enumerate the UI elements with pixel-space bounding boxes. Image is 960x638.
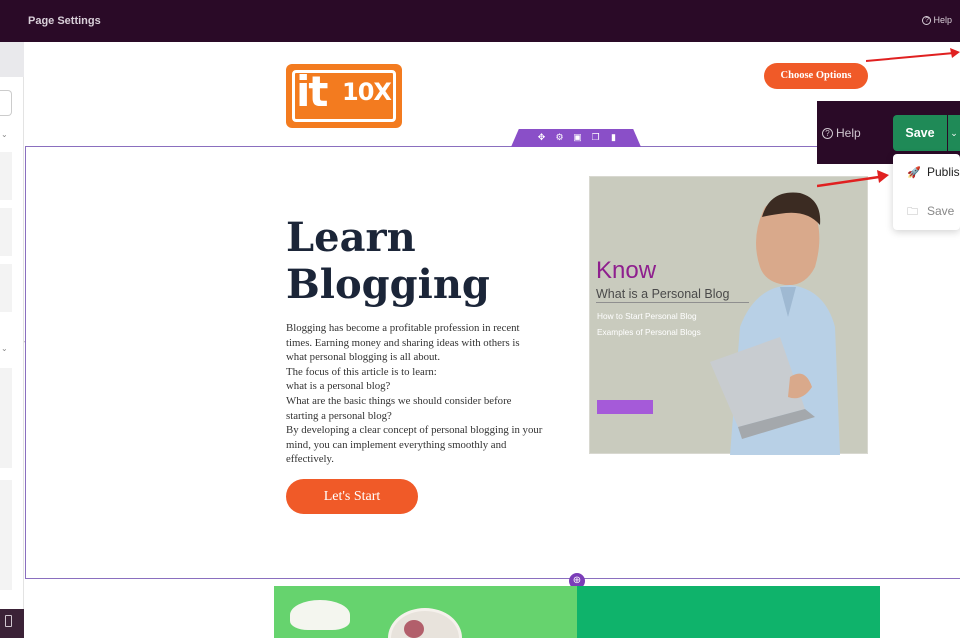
left-panel-block[interactable] (0, 264, 12, 312)
editor-topbar: Page Settings ? Help (0, 0, 960, 42)
paragraph-line: The focus of this article is to learn: (286, 365, 437, 378)
image-bullet: How to Start Personal Blog (597, 311, 697, 321)
left-panel-block[interactable] (0, 152, 12, 200)
left-panel-search[interactable] (0, 90, 12, 116)
page-settings-title[interactable]: Page Settings (28, 15, 101, 27)
save-dropdown-menu: 🚀 Publis 🗀 Save (893, 154, 960, 230)
delete-icon[interactable]: ▮ (609, 133, 618, 142)
chevron-down-icon[interactable]: ⌄ (1, 130, 8, 139)
help-icon: ? (822, 128, 833, 139)
left-panel-block[interactable] (0, 208, 12, 256)
help-icon: ? (922, 16, 932, 26)
paragraph-line: times. Earning money and sharing ideas w… (286, 336, 520, 349)
folder-icon: 🗀 (907, 206, 918, 218)
bowl-graphic (388, 608, 462, 638)
choose-options-button[interactable]: Choose Options (764, 63, 868, 89)
menu-item-label: Publis (927, 165, 960, 179)
fig-graphic (404, 620, 424, 638)
save-icon[interactable]: ▣ (573, 133, 582, 142)
rocket-icon: 🚀 (907, 167, 921, 179)
logo-text-it: it (296, 67, 329, 116)
paragraph-line: Blogging has become a profitable profess… (286, 322, 520, 334)
next-section-panel[interactable] (577, 586, 880, 638)
topbar-help-link[interactable]: ? Help (922, 15, 952, 26)
left-panel-block[interactable] (0, 480, 12, 590)
device-preview-button[interactable] (0, 609, 24, 638)
paragraph-line: what personal blogging is all about. (286, 351, 441, 364)
panel-help-label: Help (836, 126, 861, 140)
move-icon[interactable]: ✥ (537, 133, 546, 142)
paragraph-line: mind, you can implement everything smoot… (286, 438, 507, 451)
image-subtitle: What is a Personal Blog (596, 287, 730, 301)
paragraph-line: effectively. (286, 453, 334, 466)
image-title-know: Know (596, 257, 657, 284)
left-panel: ⌄ ⌄ (0, 42, 24, 638)
mobile-icon (5, 615, 12, 627)
next-section-image[interactable] (274, 586, 577, 638)
lets-start-button[interactable]: Let's Start (286, 479, 418, 514)
hero-heading-line: Learn (286, 214, 416, 261)
image-divider (596, 302, 749, 303)
topbar-help-label: Help (933, 15, 952, 25)
section-toolbar: ✥ ⚙ ▣ ❐ ▮ (511, 129, 641, 147)
menu-item-publish[interactable]: 🚀 Publis (907, 165, 960, 179)
image-bullet: Examples of Personal Blogs (597, 327, 701, 337)
paragraph-line: What are the basic things we should cons… (286, 394, 512, 407)
chevron-down-icon[interactable]: ⌄ (1, 344, 8, 353)
paragraph-line: starting a personal blog? (286, 409, 392, 422)
hero-heading: Learn Blogging (286, 214, 490, 308)
flower-graphic (290, 600, 350, 630)
hero-image[interactable]: Know What is a Personal Blog How to Star… (589, 176, 868, 455)
menu-item-label: Save (927, 204, 955, 218)
red-arrow-annotation (817, 170, 889, 188)
left-panel-block[interactable] (0, 368, 12, 468)
hero-heading-line: Blogging (286, 261, 490, 308)
image-purple-button (597, 400, 653, 414)
duplicate-icon[interactable]: ❐ (591, 133, 600, 142)
hero-paragraph: Blogging has become a profitable profess… (286, 321, 568, 467)
settings-icon[interactable]: ⚙ (555, 133, 564, 142)
save-button[interactable]: Save (893, 115, 947, 151)
save-options-toggle[interactable]: ⌄ (948, 115, 960, 151)
it10x-logo[interactable]: it 10X (286, 64, 402, 128)
paragraph-line: By developing a clear concept of persona… (286, 424, 543, 437)
red-arrow-annotation (866, 48, 960, 62)
plus-circle-icon: ⊕ (572, 575, 582, 586)
panel-help-link[interactable]: ? Help (822, 126, 861, 140)
logo-text-10x: 10X (342, 78, 392, 106)
left-panel-header (0, 42, 24, 77)
menu-item-save[interactable]: 🗀 Save (907, 203, 954, 222)
paragraph-line: what is a personal blog? (286, 380, 391, 393)
